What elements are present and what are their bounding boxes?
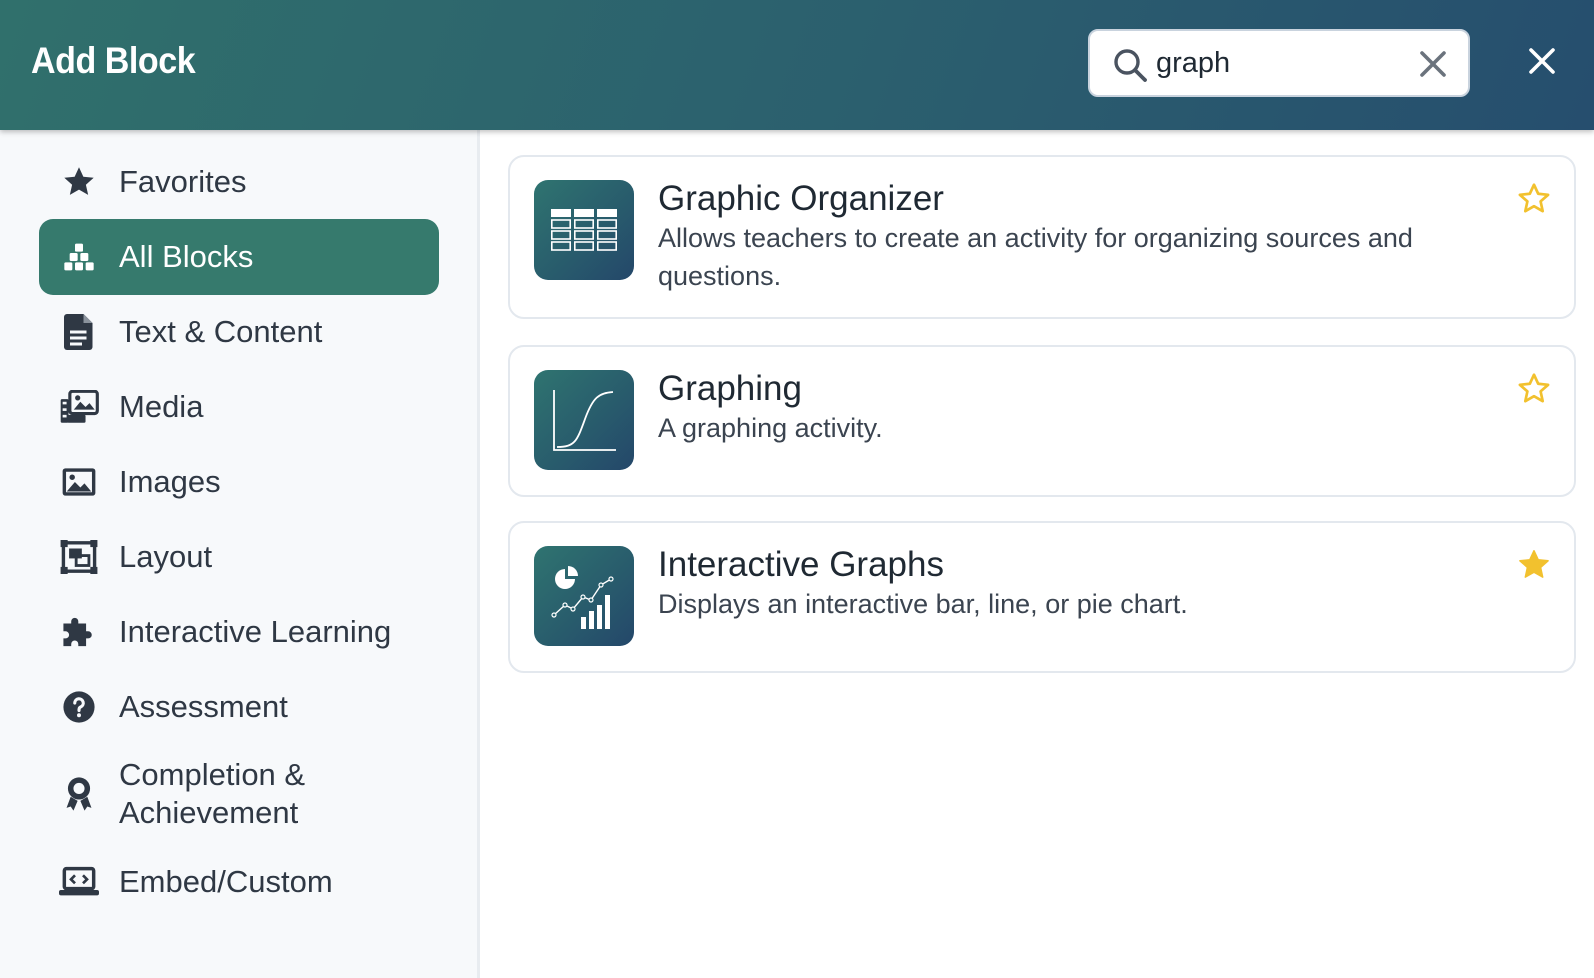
close-modal-button[interactable]: [1527, 46, 1557, 76]
sidebar-item-label: Favorites: [119, 164, 247, 199]
image-icon: [59, 462, 99, 502]
layout-icon: [59, 537, 99, 577]
curve-graph-icon: [534, 370, 634, 470]
block-card-graphic-organizer[interactable]: Graphic Organizer Allows teachers to cre…: [508, 155, 1576, 319]
modal-title: Add Block: [31, 40, 196, 81]
favorite-star-outline-icon[interactable]: [1516, 181, 1552, 217]
sidebar-item-images[interactable]: Images: [39, 444, 439, 520]
sidebar-item-all-blocks[interactable]: All Blocks: [39, 219, 439, 295]
sidebar-item-assessment[interactable]: Assessment: [39, 669, 439, 745]
table-grid-icon: [534, 180, 634, 280]
search-box[interactable]: [1088, 29, 1470, 97]
sidebar-item-text-content[interactable]: Text & Content: [39, 294, 439, 370]
search-input[interactable]: [1156, 41, 1396, 85]
sidebar-item-label: Images: [119, 464, 221, 499]
sidebar-item-label: All Blocks: [119, 239, 254, 274]
award-icon: [59, 774, 99, 814]
sidebar-item-label: Embed/Custom: [119, 864, 333, 899]
modal-header: Add Block: [0, 0, 1594, 130]
category-sidebar: Favorites All Blocks Text & Content Medi…: [0, 130, 480, 978]
chart-mix-icon: [534, 546, 634, 646]
document-icon: [59, 312, 99, 352]
sidebar-item-layout[interactable]: Layout: [39, 519, 439, 595]
block-card-title: Interactive Graphs: [658, 545, 944, 584]
sidebar-item-label: Completion & Achievement: [119, 757, 306, 830]
puzzle-icon: [59, 612, 99, 652]
blocks-icon: [59, 237, 99, 277]
sidebar-item-label: Text & Content: [119, 314, 323, 349]
block-card-interactive-graphs[interactable]: Interactive Graphs Displays an interacti…: [508, 521, 1576, 673]
block-card-title: Graphing: [658, 369, 802, 408]
question-icon: [59, 687, 99, 727]
sidebar-item-embed-custom[interactable]: Embed/Custom: [39, 844, 439, 920]
sidebar-item-label: Interactive Learning: [119, 614, 392, 649]
sidebar-item-label: Layout: [119, 539, 213, 574]
block-card-title: Graphic Organizer: [658, 179, 944, 218]
sidebar-item-label: Media: [119, 389, 204, 424]
sidebar-item-label: Assessment: [119, 689, 288, 724]
sidebar-item-interactive-learning[interactable]: Interactive Learning: [39, 594, 439, 670]
sidebar-item-favorites[interactable]: Favorites: [39, 144, 439, 220]
favorite-star-filled-icon[interactable]: [1516, 547, 1552, 583]
clear-search-icon[interactable]: [1417, 48, 1449, 80]
block-card-graphing[interactable]: Graphing A graphing activity.: [508, 345, 1576, 497]
media-icon: [59, 387, 99, 427]
search-icon: [1114, 49, 1147, 82]
sidebar-item-completion-achievement[interactable]: Completion & Achievement: [39, 744, 439, 844]
laptop-code-icon: [59, 862, 99, 902]
block-card-description: Displays an interactive bar, line, or pi…: [658, 589, 1188, 619]
star-icon: [59, 162, 99, 202]
sidebar-item-media[interactable]: Media: [39, 369, 439, 445]
favorite-star-outline-icon[interactable]: [1516, 371, 1552, 407]
block-card-description: A graphing activity.: [658, 413, 883, 443]
block-card-description: Allows teachers to create an activity fo…: [658, 223, 1413, 291]
